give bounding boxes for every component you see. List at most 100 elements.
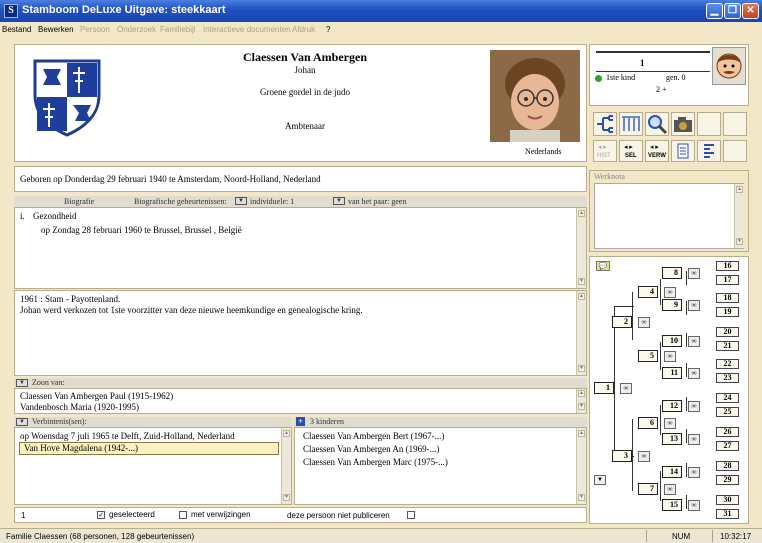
history-button[interactable]: ◂ ▸ HIST <box>593 140 617 162</box>
biography-scrollbar[interactable]: ▲ ▼ <box>576 291 586 375</box>
children-scrollbar[interactable]: ▲ ▼ <box>576 428 586 504</box>
tree-person-20[interactable]: 20 <box>716 327 739 337</box>
unions-dropdown[interactable]: ▼ <box>16 418 28 426</box>
tree-person-23[interactable]: 23 <box>716 373 739 383</box>
tree-person-26[interactable]: 26 <box>716 427 739 437</box>
tree-person-25[interactable]: 25 <box>716 407 739 417</box>
tree-person-22[interactable]: 22 <box>716 359 739 369</box>
father-name[interactable]: Claessen Van Ambergen Paul (1915-1962) <box>20 391 173 401</box>
tree-person-5[interactable]: 5 <box>638 350 658 362</box>
tree-person-1[interactable]: 1 <box>594 382 614 394</box>
tree-person-8[interactable]: 8 <box>662 267 682 279</box>
parents-scrollbar[interactable]: ▲ ▼ <box>576 389 586 413</box>
tree-person-30[interactable]: 30 <box>716 495 739 505</box>
add-child-icon[interactable]: + <box>296 417 305 426</box>
tree-person-2[interactable]: 2 <box>612 316 632 328</box>
tree-person-11[interactable]: 11 <box>662 367 682 379</box>
menu-familiebijl[interactable]: Familiebijl <box>160 25 196 34</box>
close-button[interactable]: ✕ <box>742 3 759 19</box>
empty-tool-button[interactable] <box>723 140 747 162</box>
events-list[interactable]: i. Gezondheid op Zondag 28 februari 1960… <box>14 207 587 289</box>
tree-person-7[interactable]: 7 <box>638 483 658 495</box>
tree-person-16[interactable]: 16 <box>716 261 739 271</box>
events-scrollbar[interactable]: ▲ ▼ <box>576 208 586 288</box>
parents-dropdown[interactable]: ▼ <box>16 379 28 387</box>
event-detail[interactable]: op Zondag 28 februari 1960 te Brussel, B… <box>41 225 242 235</box>
notes-scrollbar[interactable]: ▲ ▼ <box>734 184 744 248</box>
tree-person-19[interactable]: 19 <box>716 307 739 317</box>
descendants-button[interactable] <box>619 112 643 136</box>
scroll-up-icon[interactable]: ▲ <box>283 430 290 437</box>
scroll-up-icon[interactable]: ▲ <box>578 210 585 217</box>
child-item[interactable]: Claessen Van Ambergen Bert (1967-...) <box>303 431 444 441</box>
references-button[interactable]: ◂ ▸ VERW <box>645 140 669 162</box>
tree-person-31[interactable]: 31 <box>716 509 739 519</box>
scroll-up-icon[interactable]: ▲ <box>736 186 743 193</box>
menu-persoon[interactable]: Persoon <box>80 25 110 34</box>
mother-name[interactable]: Vandenbosch Maria (1920-1995) <box>20 402 139 412</box>
tree-person-17[interactable]: 17 <box>716 275 739 285</box>
menu-help[interactable]: ? <box>326 25 330 34</box>
scroll-down-icon[interactable]: ▼ <box>578 365 585 372</box>
tree-person-24[interactable]: 24 <box>716 393 739 403</box>
biography-panel[interactable]: 1961 : Stam - Payottenland. Johan werd v… <box>14 290 587 376</box>
partner-name[interactable]: Van Hove Magdalena (1942-...) <box>19 442 279 455</box>
menu-bestand[interactable]: Bestand <box>2 25 31 34</box>
notes-textarea[interactable]: ▲ ▼ <box>594 183 744 249</box>
empty-tool-button[interactable] <box>723 112 747 136</box>
empty-tool-button[interactable] <box>697 112 721 136</box>
scroll-down-icon[interactable]: ▼ <box>578 494 585 501</box>
checkbox-icon[interactable] <box>179 510 187 519</box>
tree-person-9[interactable]: 9 <box>662 299 682 311</box>
child-item[interactable]: Claessen Van Ambergen Marc (1975-...) <box>303 457 448 467</box>
select-button[interactable]: ◂ ▸ SEL <box>619 140 643 162</box>
child-item[interactable]: Claessen Van Ambergen An (1969-...) <box>303 444 439 454</box>
maximize-button[interactable]: ❐ <box>724 3 741 19</box>
event-title[interactable]: Gezondheid <box>33 211 76 221</box>
couple-dropdown[interactable]: ▼ <box>333 197 345 205</box>
scroll-up-icon[interactable]: ▲ <box>578 390 585 397</box>
menu-onderzoek[interactable]: Onderzoek <box>117 25 156 34</box>
tree-person-14[interactable]: 14 <box>662 466 682 478</box>
no-publish-checkbox[interactable] <box>407 511 415 519</box>
comment-icon[interactable]: 💬 <box>596 261 610 271</box>
scroll-down-icon[interactable]: ▼ <box>736 238 743 245</box>
tree-person-29[interactable]: 29 <box>716 475 739 485</box>
tree-person-3[interactable]: 3 <box>612 450 632 462</box>
minimize-button[interactable]: ▁ <box>706 3 723 19</box>
tree-person-6[interactable]: 6 <box>638 417 658 429</box>
menu-interactieve-documenten[interactable]: Interactieve documenten <box>203 25 291 34</box>
search-button[interactable] <box>645 112 669 136</box>
tree-person-18[interactable]: 18 <box>716 293 739 303</box>
scroll-down-icon[interactable]: ▼ <box>578 403 585 410</box>
tree-person-15[interactable]: 15 <box>662 499 682 511</box>
children-list[interactable]: Claessen Van Ambergen Bert (1967-...) Cl… <box>294 427 587 505</box>
tree-button[interactable] <box>593 112 617 136</box>
checkbox-checked-icon[interactable]: ✓ <box>97 510 105 519</box>
union-date[interactable]: op Woensdag 7 juli 1965 te Delft, Zuid-H… <box>20 431 235 441</box>
individual-dropdown[interactable]: ▼ <box>235 197 247 205</box>
scroll-up-icon[interactable]: ▲ <box>578 430 585 437</box>
tree-person-10[interactable]: 10 <box>662 335 682 347</box>
tree-person-4[interactable]: 4 <box>638 286 658 298</box>
selected-checkbox[interactable]: ✓ geselecteerd <box>97 510 155 519</box>
tree-person-12[interactable]: 12 <box>662 400 682 412</box>
title-bar[interactable]: S Stamboom DeLuxe Uitgave: steekkaart ▁ … <box>0 0 762 22</box>
scroll-down-icon[interactable]: ▼ <box>578 278 585 285</box>
menu-afdruk[interactable]: Afdruk <box>292 25 315 34</box>
avatar-button[interactable] <box>712 47 746 85</box>
unions-list[interactable]: op Woensdag 7 juli 1965 te Delft, Zuid-H… <box>14 427 292 505</box>
scroll-up-icon[interactable]: ▲ <box>578 293 585 300</box>
document-button[interactable] <box>671 140 695 162</box>
tree-person-21[interactable]: 21 <box>716 341 739 351</box>
camera-button[interactable] <box>671 112 695 136</box>
scroll-down-icon[interactable]: ▼ <box>283 494 290 501</box>
menu-bewerken[interactable]: Bewerken <box>38 25 74 34</box>
tree-dropdown[interactable]: ▼ <box>594 475 606 485</box>
tree-person-27[interactable]: 27 <box>716 441 739 451</box>
tree-person-13[interactable]: 13 <box>662 433 682 445</box>
unions-scrollbar[interactable]: ▲ ▼ <box>281 428 291 504</box>
references-checkbox[interactable]: met verwijzingen <box>179 510 251 519</box>
list-button[interactable] <box>697 140 721 162</box>
tree-person-28[interactable]: 28 <box>716 461 739 471</box>
